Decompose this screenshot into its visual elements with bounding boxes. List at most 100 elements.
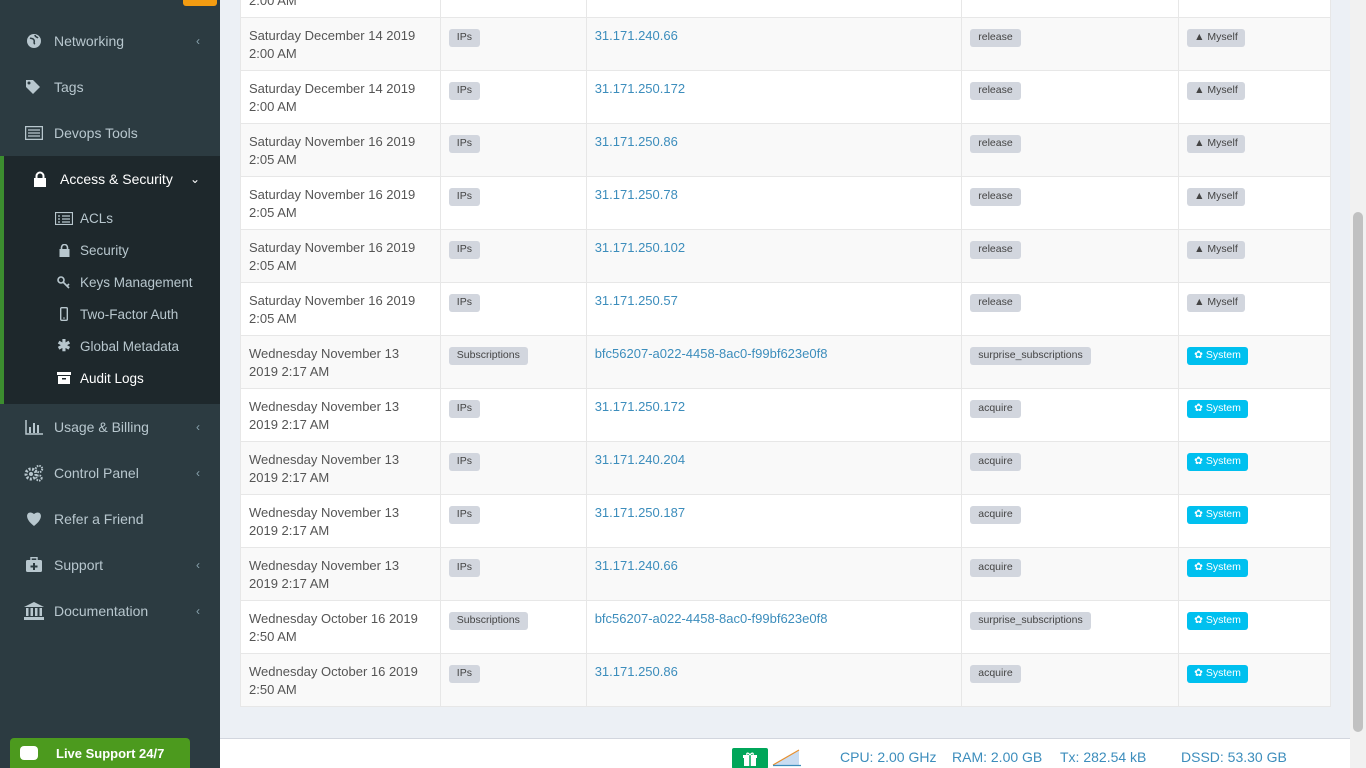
resource-cell (585, 0, 963, 18)
type-badge: IPs (448, 82, 480, 100)
notification-badge (183, 0, 217, 6)
resource-link[interactable]: 31.171.240.66 (595, 558, 678, 573)
sidebar-item-control-panel[interactable]: Control Panel ‹ (0, 450, 220, 496)
type-badge: IPs (448, 506, 480, 524)
sidebar-item-refer-a-friend[interactable]: Refer a Friend (0, 496, 220, 542)
tags-icon (24, 79, 44, 95)
lock-icon (30, 171, 50, 187)
sidebar-item-devops-tools[interactable]: Devops Tools (0, 110, 220, 156)
date-text: Wednesday October 16 2019 (249, 611, 418, 626)
action-cell: acquire (961, 441, 1180, 495)
gears-icon (24, 464, 44, 482)
resource-link[interactable]: 31.171.250.86 (595, 664, 678, 679)
date-cell: Saturday November 16 2019 2:05 AM (240, 123, 441, 177)
padlock-icon (54, 243, 74, 257)
date-cell: Wednesday November 13 2019 2:17 AM (240, 335, 441, 389)
resource-link[interactable]: 31.171.250.172 (595, 81, 685, 96)
date-text: Wednesday November 13 (249, 505, 400, 520)
sidebar-item-usage-billing[interactable]: Usage & Billing ‹ (0, 404, 220, 450)
resource-link[interactable]: bfc56207-a022-4458-8ac0-f99bf623e0f8 (595, 611, 828, 626)
footer-stats-bar: CPU: 2.00 GHz RAM: 2.00 GB Tx: 282.54 kB… (220, 738, 1350, 768)
submenu-item-keys-management[interactable]: Keys Management (4, 266, 220, 298)
sidebar-item-documentation[interactable]: Documentation ‹ (0, 588, 220, 634)
live-support-button[interactable]: Live Support 24/7 (10, 738, 190, 768)
mobile-icon (54, 307, 74, 321)
resource-link[interactable]: bfc56207-a022-4458-8ac0-f99bf623e0f8 (595, 346, 828, 361)
user-icon: ▲ (1194, 243, 1208, 255)
vertical-scrollbar[interactable] (1350, 0, 1366, 768)
resource-cell: bfc56207-a022-4458-8ac0-f99bf623e0f8 (585, 600, 963, 654)
resource-link[interactable]: 31.171.250.57 (595, 293, 678, 308)
date-text: Wednesday November 13 (249, 399, 400, 414)
type-cell: IPs (439, 70, 587, 124)
date-cell: Wednesday October 16 2019 2:50 AM (240, 600, 441, 654)
type-cell: IPs (439, 123, 587, 177)
type-cell: IPs (439, 17, 587, 71)
type-cell: Subscriptions (439, 600, 587, 654)
sidebar-item-label: Networking (54, 33, 125, 49)
time-text: 2:05 AM (249, 258, 297, 273)
action-badge: acquire (970, 400, 1021, 418)
time-text: 2019 2:17 AM (249, 364, 330, 379)
actor-cell: ✿ System (1178, 547, 1331, 601)
date-cell: Saturday November 16 2019 2:05 AM (240, 282, 441, 336)
sidebar-item-tags[interactable]: Tags (0, 64, 220, 110)
resource-link[interactable]: 31.171.240.204 (595, 452, 685, 467)
submenu-item-two-factor-auth[interactable]: Two-Factor Auth (4, 298, 220, 330)
table-row: Saturday November 16 2019 2:05 AM IPs 31.17… (240, 229, 1331, 283)
sidebar-item-networking[interactable]: Networking ‹ (0, 18, 220, 64)
live-support-label: Live Support 24/7 (56, 745, 165, 761)
date-text: Saturday November 16 2019 (249, 187, 416, 202)
submenu-item-acls[interactable]: ACLs (4, 202, 220, 234)
type-cell: Subscriptions (439, 335, 587, 389)
date-cell: 2:00 AM (240, 0, 441, 18)
date-text: Saturday December 14 2019 (249, 81, 416, 96)
type-cell: IPs (439, 176, 587, 230)
date-cell: Wednesday November 13 2019 2:17 AM (240, 441, 441, 495)
resource-link[interactable]: 31.171.250.86 (595, 134, 678, 149)
table-row: Wednesday November 13 2019 2:17 AM IPs 31.1… (240, 547, 1331, 601)
submenu-item-audit-logs[interactable]: Audit Logs (4, 362, 220, 394)
action-cell: release (961, 229, 1180, 283)
sidebar-item-support[interactable]: Support ‹ (0, 542, 220, 588)
actor-badge: ▲ Myself (1187, 82, 1245, 100)
resource-link[interactable]: 31.171.250.78 (595, 187, 678, 202)
table-row: Saturday November 16 2019 2:05 AM IPs 31.17… (240, 123, 1331, 177)
actor-badge: ▲ Myself (1187, 29, 1245, 47)
resource-link[interactable]: 31.171.250.172 (595, 399, 685, 414)
sidebar: Networking ‹ Tags Devops Tools Access & … (0, 0, 220, 768)
resource-link[interactable]: 31.171.250.102 (595, 240, 685, 255)
actor-cell: ✿ System (1178, 600, 1331, 654)
submenu-item-security[interactable]: Security (4, 234, 220, 266)
actor-label: Myself (1207, 243, 1238, 255)
actor-cell: ✿ System (1178, 653, 1331, 707)
date-cell: Wednesday November 13 2019 2:17 AM (240, 494, 441, 548)
actor-cell: ▲ Myself (1178, 123, 1331, 177)
time-text: 2:00 AM (249, 99, 297, 114)
resource-link[interactable]: 31.171.250.187 (595, 505, 685, 520)
date-text: Wednesday November 13 (249, 452, 400, 467)
submenu-item-global-metadata[interactable]: ✱ Global Metadata (4, 330, 220, 362)
sidebar-item-label: Tags (54, 79, 84, 95)
chevron-left-icon: ‹ (196, 604, 200, 618)
actor-label: System (1205, 614, 1241, 626)
gift-button[interactable] (732, 748, 768, 768)
date-text: Wednesday November 13 (249, 558, 400, 573)
date-cell: Saturday December 14 2019 2:00 AM (240, 17, 441, 71)
action-badge: acquire (970, 559, 1021, 577)
chevron-down-icon: ⌄ (189, 172, 200, 186)
sidebar-item-access-security[interactable]: Access & Security ⌄ (0, 156, 220, 202)
actor-cell: ▲ Myself (1178, 70, 1331, 124)
scrollbar-thumb[interactable] (1353, 212, 1363, 732)
table-row: Wednesday November 13 2019 2:17 AM IPs 31.1… (240, 388, 1331, 442)
sidebar-item-label: Access & Security (60, 171, 173, 187)
sidebar-item-label: Refer a Friend (54, 511, 144, 527)
archive-icon (54, 372, 74, 384)
resource-link[interactable]: 31.171.240.66 (595, 28, 678, 43)
resource-cell: 31.171.240.66 (585, 547, 963, 601)
time-text: 2:05 AM (249, 152, 297, 167)
table-row: Saturday November 16 2019 2:05 AM IPs 31.17… (240, 282, 1331, 336)
actor-cell: ✿ System (1178, 494, 1331, 548)
actor-cell: ▲ Myself (1178, 176, 1331, 230)
actor-badge: ▲ Myself (1187, 135, 1245, 153)
